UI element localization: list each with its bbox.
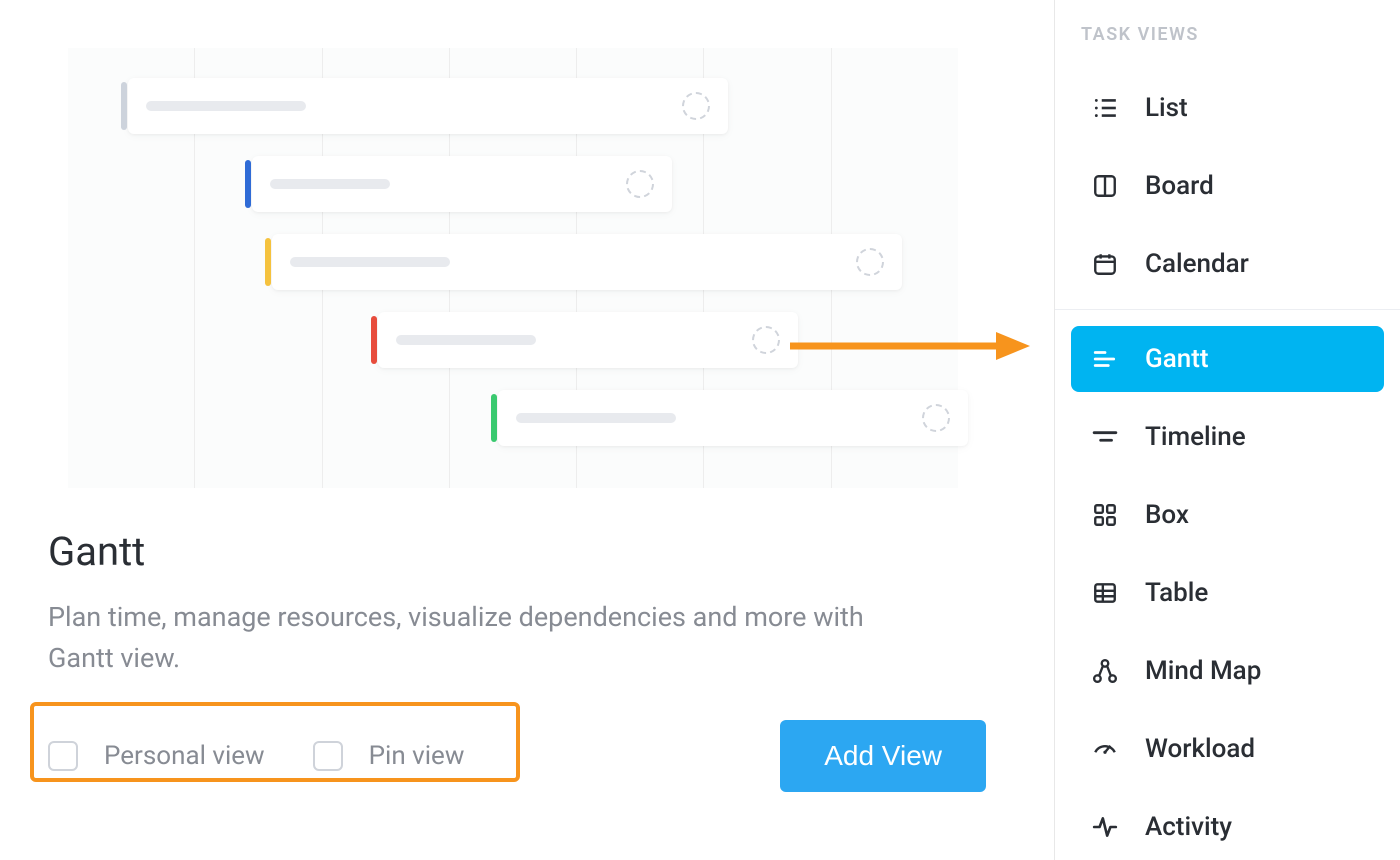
gantt-bar [252, 156, 672, 212]
sidebar-item-board[interactable]: Board [1071, 153, 1384, 219]
list-icon [1091, 94, 1119, 122]
sidebar-item-label: Mind Map [1145, 656, 1261, 686]
sidebar-item-label: Activity [1145, 812, 1232, 842]
options-row: Personal view Pin view Add View [48, 720, 1006, 792]
sidebar-item-activity[interactable]: Activity [1071, 794, 1384, 860]
gantt-bar [272, 234, 902, 290]
sidebar-item-label: Board [1145, 171, 1214, 201]
sidebar-item-label: List [1145, 93, 1188, 123]
main-panel: Gantt Plan time, manage resources, visua… [0, 0, 1055, 860]
sidebar-item-calendar[interactable]: Calendar [1071, 231, 1384, 297]
gantt-bar [378, 312, 798, 368]
sidebar-item-label: Workload [1145, 734, 1255, 764]
board-icon [1091, 172, 1119, 200]
view-description: Plan time, manage resources, visualize d… [48, 597, 898, 678]
gantt-preview-illustration [68, 48, 958, 488]
gantt-bar [128, 78, 728, 134]
sidebar-item-box[interactable]: Box [1071, 482, 1384, 548]
personal-view-checkbox[interactable] [48, 741, 78, 771]
pin-view-checkbox[interactable] [313, 741, 343, 771]
mindmap-icon [1091, 657, 1119, 685]
sidebar-item-list[interactable]: List [1071, 75, 1384, 141]
sidebar-item-label: Timeline [1145, 422, 1246, 452]
sidebar-item-table[interactable]: Table [1071, 560, 1384, 626]
sidebar-item-label: Box [1145, 500, 1189, 530]
sidebar-heading: TASK VIEWS [1081, 24, 1384, 45]
sidebar-item-label: Table [1145, 578, 1208, 608]
pin-view-label: Pin view [369, 741, 465, 771]
task-views-sidebar: TASK VIEWS List Board [1055, 0, 1400, 860]
personal-view-option[interactable]: Personal view [48, 741, 265, 771]
sidebar-item-timeline[interactable]: Timeline [1071, 404, 1384, 470]
personal-view-label: Personal view [104, 741, 265, 771]
timeline-icon [1091, 423, 1119, 451]
gantt-bar [498, 390, 968, 446]
gantt-icon [1091, 345, 1119, 373]
pin-view-option[interactable]: Pin view [313, 741, 465, 771]
workload-icon [1091, 735, 1119, 763]
sidebar-item-gantt[interactable]: Gantt [1071, 326, 1384, 392]
sidebar-item-label: Calendar [1145, 249, 1249, 279]
sidebar-item-workload[interactable]: Workload [1071, 716, 1384, 782]
sidebar-item-label: Gantt [1145, 344, 1209, 374]
activity-icon [1091, 813, 1119, 841]
box-icon [1091, 501, 1119, 529]
sidebar-item-mindmap[interactable]: Mind Map [1071, 638, 1384, 704]
table-icon [1091, 579, 1119, 607]
sidebar-divider [1055, 309, 1400, 310]
view-title: Gantt [48, 528, 1006, 575]
calendar-icon [1091, 250, 1119, 278]
add-view-button[interactable]: Add View [780, 720, 986, 792]
